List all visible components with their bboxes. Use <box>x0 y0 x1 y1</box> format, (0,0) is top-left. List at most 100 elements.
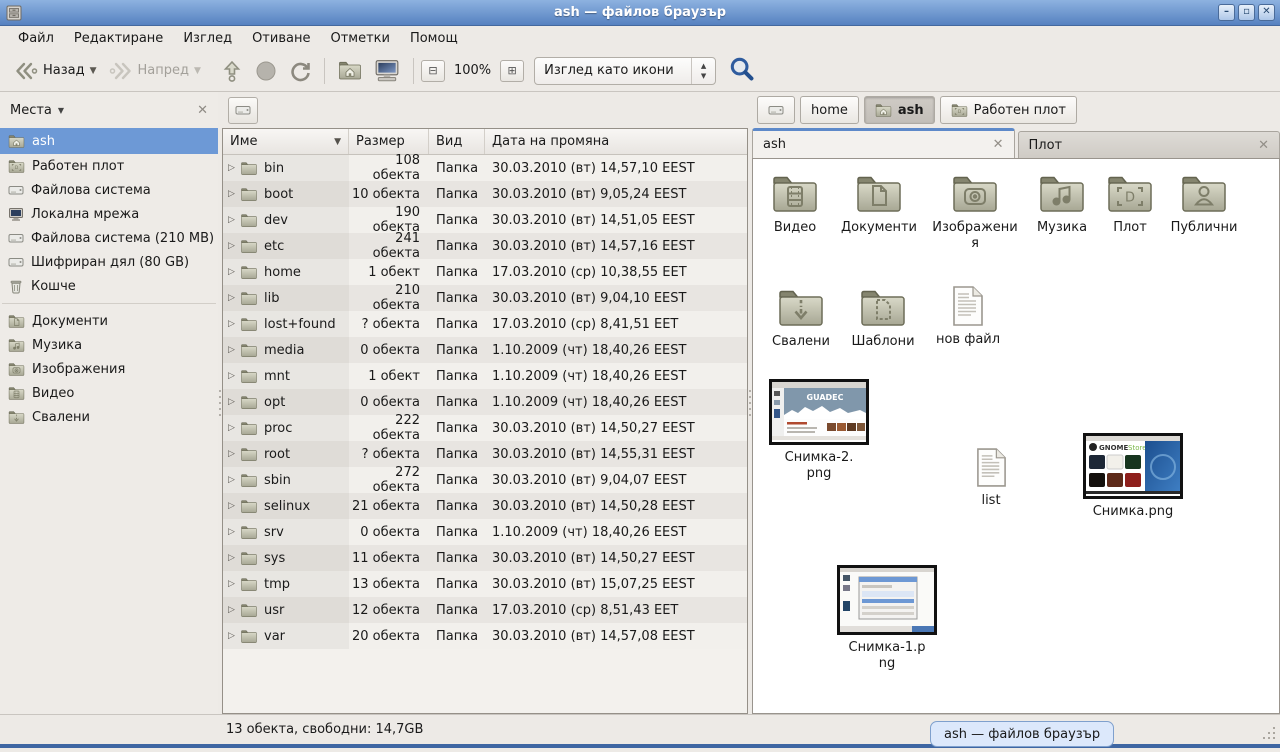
table-row[interactable]: ▷ proc 222 обекта Папка 30.03.2010 (вт) … <box>223 415 747 441</box>
view-mode-select[interactable]: Изглед като икони ▲▼ <box>534 57 716 85</box>
maximize-button[interactable]: ▫ <box>1238 4 1255 21</box>
breadcrumb-root[interactable] <box>757 96 795 124</box>
menu-edit[interactable]: Редактиране <box>64 28 173 49</box>
table-row[interactable]: ▷ etc 241 обекта Папка 30.03.2010 (вт) 1… <box>223 233 747 259</box>
column-header-size[interactable]: Размер <box>349 129 429 154</box>
tab-ash[interactable]: ash ✕ <box>752 128 1015 158</box>
table-row[interactable]: ▷ root ? обекта Папка 30.03.2010 (вт) 14… <box>223 441 747 467</box>
icon-item-music[interactable]: Музика <box>1021 173 1103 236</box>
expander-icon[interactable]: ▷ <box>228 371 240 381</box>
table-row[interactable]: ▷ mnt 1 обект Папка 1.10.2009 (чт) 18,40… <box>223 363 747 389</box>
table-row[interactable]: ▷ media 0 обекта Папка 1.10.2009 (чт) 18… <box>223 337 747 363</box>
expander-icon[interactable]: ▷ <box>228 215 240 225</box>
column-header-date[interactable]: Дата на промяна <box>485 129 747 154</box>
expander-icon[interactable]: ▷ <box>228 189 240 199</box>
icon-item-list[interactable]: list <box>949 447 1033 509</box>
icon-item-video[interactable]: Видео <box>753 173 837 236</box>
forward-button[interactable]: Напред ▼ <box>103 55 207 87</box>
sidebar-item-video[interactable]: Видео <box>0 381 218 405</box>
icon-item-snimka[interactable]: GNOME Store Снимка.png <box>1079 433 1187 520</box>
up-button[interactable] <box>215 54 249 88</box>
expander-icon[interactable]: ▷ <box>228 553 240 563</box>
table-row[interactable]: ▷ selinux 21 обекта Папка 30.03.2010 (вт… <box>223 493 747 519</box>
table-row[interactable]: ▷ usr 12 обекта Папка 17.03.2010 (ср) 8,… <box>223 597 747 623</box>
icon-view[interactable]: Видео Документи Изображения Музика Плот <box>752 158 1280 714</box>
icon-item-documents[interactable]: Документи <box>833 173 925 236</box>
resize-grip[interactable] <box>1263 727 1275 739</box>
expander-icon[interactable]: ▷ <box>228 501 240 511</box>
table-row[interactable]: ▷ sys 11 обекта Папка 30.03.2010 (вт) 14… <box>223 545 747 571</box>
table-row[interactable]: ▷ tmp 13 обекта Папка 30.03.2010 (вт) 15… <box>223 571 747 597</box>
stop-button[interactable] <box>249 55 283 87</box>
menu-help[interactable]: Помощ <box>400 28 468 49</box>
expander-icon[interactable]: ▷ <box>228 579 240 589</box>
icon-item-downloads[interactable]: Свалени <box>759 287 843 350</box>
menu-bookmarks[interactable]: Отметки <box>320 28 399 49</box>
sidebar-item-music[interactable]: Музика <box>0 333 218 357</box>
table-row[interactable]: ▷ sbin 272 обекта Папка 30.03.2010 (вт) … <box>223 467 747 493</box>
menu-go[interactable]: Отиване <box>242 28 320 49</box>
expander-icon[interactable]: ▷ <box>228 527 240 537</box>
search-button[interactable] <box>726 53 758 89</box>
icon-item-desktop[interactable]: Плот <box>1093 173 1167 236</box>
expander-icon[interactable]: ▷ <box>228 475 240 485</box>
back-dropdown-icon[interactable]: ▼ <box>90 66 97 76</box>
table-row[interactable]: ▷ bin 108 обекта Папка 30.03.2010 (вт) 1… <box>223 155 747 181</box>
breadcrumb-ash[interactable]: ash <box>864 96 935 124</box>
reload-button[interactable] <box>283 55 317 87</box>
zoom-in-button[interactable]: ⊞ <box>500 60 524 82</box>
tab-plot[interactable]: Плот ✕ <box>1018 131 1280 158</box>
table-row[interactable]: ▷ lib 210 обекта Папка 30.03.2010 (вт) 9… <box>223 285 747 311</box>
icon-item-images[interactable]: Изображения <box>931 173 1019 252</box>
menu-view[interactable]: Изглед <box>173 28 242 49</box>
sidebar-item-documents[interactable]: Документи <box>0 309 218 333</box>
icon-item-snimka1[interactable]: Снимка-1.png <box>835 565 939 672</box>
expander-icon[interactable]: ▷ <box>228 423 240 433</box>
expander-icon[interactable]: ▷ <box>228 449 240 459</box>
table-row[interactable]: ▷ home 1 обект Папка 17.03.2010 (ср) 10,… <box>223 259 747 285</box>
breadcrumb-home[interactable]: home <box>800 96 859 124</box>
table-row[interactable]: ▷ srv 0 обекта Папка 1.10.2009 (чт) 18,4… <box>223 519 747 545</box>
minimize-button[interactable]: – <box>1218 4 1235 21</box>
sidebar-item-images[interactable]: Изображения <box>0 357 218 381</box>
sidebar-item-encrypted[interactable]: Шифриран дял (80 GB) <box>0 250 218 274</box>
icon-item-public[interactable]: Публични <box>1161 173 1247 236</box>
sidebar-item-filesystem[interactable]: Файлова система <box>0 178 218 202</box>
icon-item-new-file[interactable]: нов файл <box>925 285 1011 348</box>
table-row[interactable]: ▷ dev 190 обекта Папка 30.03.2010 (вт) 1… <box>223 207 747 233</box>
forward-dropdown-icon[interactable]: ▼ <box>194 66 201 76</box>
tab-close-icon[interactable]: ✕ <box>993 137 1004 152</box>
expander-icon[interactable]: ▷ <box>228 631 240 641</box>
icon-item-snimka2[interactable]: GUADEC Снимка-2.png <box>767 379 871 482</box>
combo-spinner-icon[interactable]: ▲▼ <box>691 58 715 84</box>
titlebar[interactable]: ash — файлов браузър – ▫ ✕ <box>0 0 1280 26</box>
back-button[interactable]: Назад ▼ <box>8 55 103 87</box>
sidebar-item-desktop[interactable]: Работен плот <box>0 154 218 178</box>
menu-file[interactable]: Файл <box>8 28 64 49</box>
tab-close-icon[interactable]: ✕ <box>1258 138 1269 153</box>
sidebar-item-home[interactable]: ash <box>0 128 218 154</box>
sidebar-mode-combo[interactable]: Места ▼ <box>10 103 64 118</box>
expander-icon[interactable]: ▷ <box>228 605 240 615</box>
table-row[interactable]: ▷ opt 0 обекта Папка 1.10.2009 (чт) 18,4… <box>223 389 747 415</box>
expander-icon[interactable]: ▷ <box>228 397 240 407</box>
breadcrumb-desktop[interactable]: Работен плот <box>940 96 1077 124</box>
zoom-out-button[interactable]: ⊟ <box>421 60 445 82</box>
column-header-name[interactable]: Име ▼ <box>223 129 349 154</box>
table-row[interactable]: ▷ boot 10 обекта Папка 30.03.2010 (вт) 9… <box>223 181 747 207</box>
expander-icon[interactable]: ▷ <box>228 163 240 173</box>
computer-button[interactable] <box>368 54 406 88</box>
sidebar-item-network[interactable]: Локална мрежа <box>0 202 218 226</box>
icon-item-templates[interactable]: Шаблони <box>841 287 925 350</box>
close-button[interactable]: ✕ <box>1258 4 1275 21</box>
expander-icon[interactable]: ▷ <box>228 319 240 329</box>
sidebar-item-filesystem-210mb[interactable]: Файлова система (210 MB) <box>0 226 218 250</box>
expander-icon[interactable]: ▷ <box>228 241 240 251</box>
table-row[interactable]: ▷ var 20 обекта Папка 30.03.2010 (вт) 14… <box>223 623 747 649</box>
sidebar-close-button[interactable]: ✕ <box>197 103 208 118</box>
expander-icon[interactable]: ▷ <box>228 267 240 277</box>
sidebar-item-downloads[interactable]: Свалени <box>0 405 218 429</box>
sidebar-item-trash[interactable]: Кошче <box>0 274 218 298</box>
expander-icon[interactable]: ▷ <box>228 293 240 303</box>
home-button[interactable] <box>332 55 368 86</box>
